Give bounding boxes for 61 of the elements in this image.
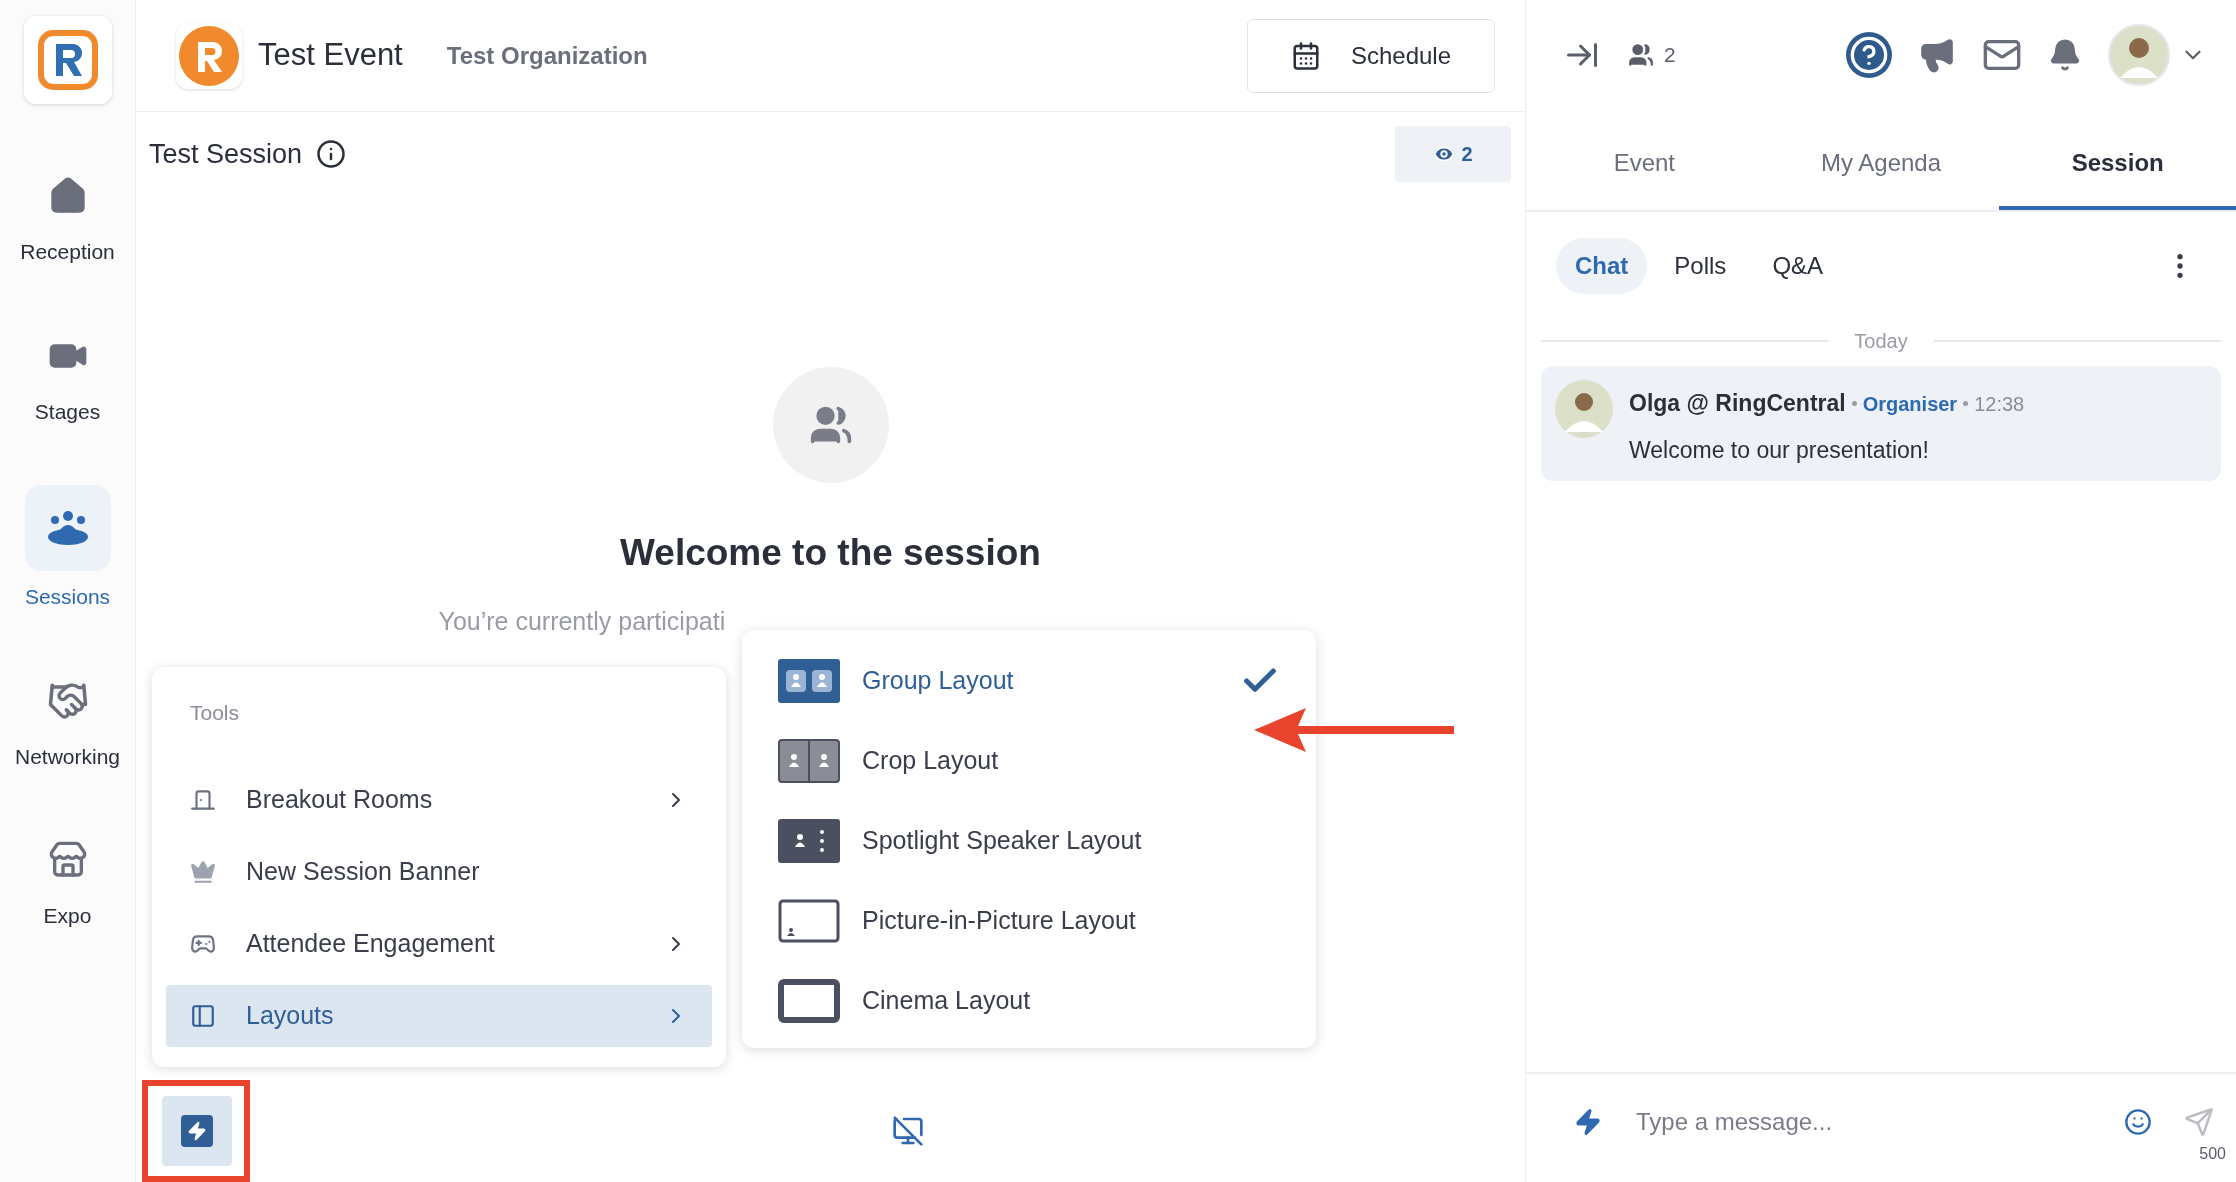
sidebar-item[interactable]: Stages (2, 325, 133, 427)
menu-heading: Tools (190, 700, 241, 726)
layout-option[interactable]: Group Layout (778, 658, 1280, 704)
schedule-button[interactable]: Schedule (1247, 18, 1495, 93)
cinema-layout-icon (778, 979, 840, 1023)
crown-icon (190, 858, 216, 885)
session-title: Test Session (149, 137, 303, 171)
bell-icon[interactable] (2048, 38, 2082, 72)
date-divider: Today (1854, 329, 1908, 354)
logo-icon (37, 30, 98, 90)
lightning-icon[interactable] (1574, 1108, 1602, 1136)
message-time: 12:38 (1974, 392, 2025, 417)
menu-item[interactable]: Breakout Rooms (166, 768, 712, 831)
sidebar-item[interactable]: Sessions (2, 485, 133, 613)
menu-item[interactable]: Layouts (166, 984, 712, 1047)
picture-in-picture-icon (778, 899, 840, 943)
panel-icon (190, 1002, 216, 1029)
message-input[interactable]: Type a message... (1636, 1104, 2124, 1140)
lightning-icon (187, 1121, 207, 1141)
organization-name: Test Organization (446, 40, 648, 71)
screen-share-off-icon[interactable] (892, 1115, 924, 1147)
chat-subtab[interactable]: Chat (1556, 238, 1648, 294)
chat-subtab[interactable]: Q&A (1753, 238, 1843, 294)
user-avatar[interactable] (2108, 24, 2170, 86)
panel-tab[interactable]: Session (1999, 110, 2236, 210)
welcome-title: Welcome to the session (620, 531, 1041, 575)
welcome-text: You’re currently participati (438, 606, 726, 635)
calendar-icon (1290, 40, 1321, 71)
panel-tab[interactable]: My Agenda (1762, 110, 2000, 210)
tools-button[interactable] (162, 1096, 232, 1166)
sidebar-item[interactable]: Reception (2, 166, 133, 268)
author-role: Organiser (1862, 392, 1958, 417)
spotlight-layout-icon (778, 819, 840, 863)
booth-icon (47, 840, 88, 880)
crop-layout-icon (778, 739, 840, 783)
layout-option[interactable]: Spotlight Speaker Layout (778, 818, 1280, 864)
menu-item[interactable]: Attendee Engagement (166, 912, 712, 975)
character-limit: 500 (2199, 1144, 2226, 1164)
author-avatar (1555, 380, 1613, 438)
author-name: Olga @ RingCentral (1629, 389, 1846, 418)
layout-option[interactable]: Picture-in-Picture Layout (778, 898, 1280, 944)
sidebar-item[interactable]: Networking (2, 670, 133, 772)
panel-tab[interactable]: Event (1526, 110, 1763, 210)
megaphone-icon[interactable] (1918, 36, 1956, 74)
viewer-count: 2 (1395, 126, 1511, 182)
layout-option[interactable]: Cinema Layout (778, 978, 1280, 1024)
people-icon (1628, 42, 1654, 68)
info-icon[interactable] (316, 139, 347, 169)
participant-count: 2 (1664, 42, 1676, 69)
emoji-icon[interactable] (2124, 1108, 2152, 1136)
event-title: Test Event (258, 36, 403, 75)
layout-option[interactable]: Crop Layout (778, 738, 1280, 784)
audience-icon (45, 510, 90, 546)
help-button[interactable] (1846, 32, 1892, 78)
group-layout-icon (778, 659, 840, 703)
sidebar-item[interactable]: Expo (2, 830, 133, 932)
menu-item[interactable]: New Session Banner (166, 840, 712, 903)
app-logo[interactable] (23, 16, 112, 104)
message-text: Welcome to our presentation! (1629, 435, 1930, 465)
help-icon (1849, 35, 1889, 75)
chat-subtab[interactable]: Polls (1655, 238, 1746, 294)
